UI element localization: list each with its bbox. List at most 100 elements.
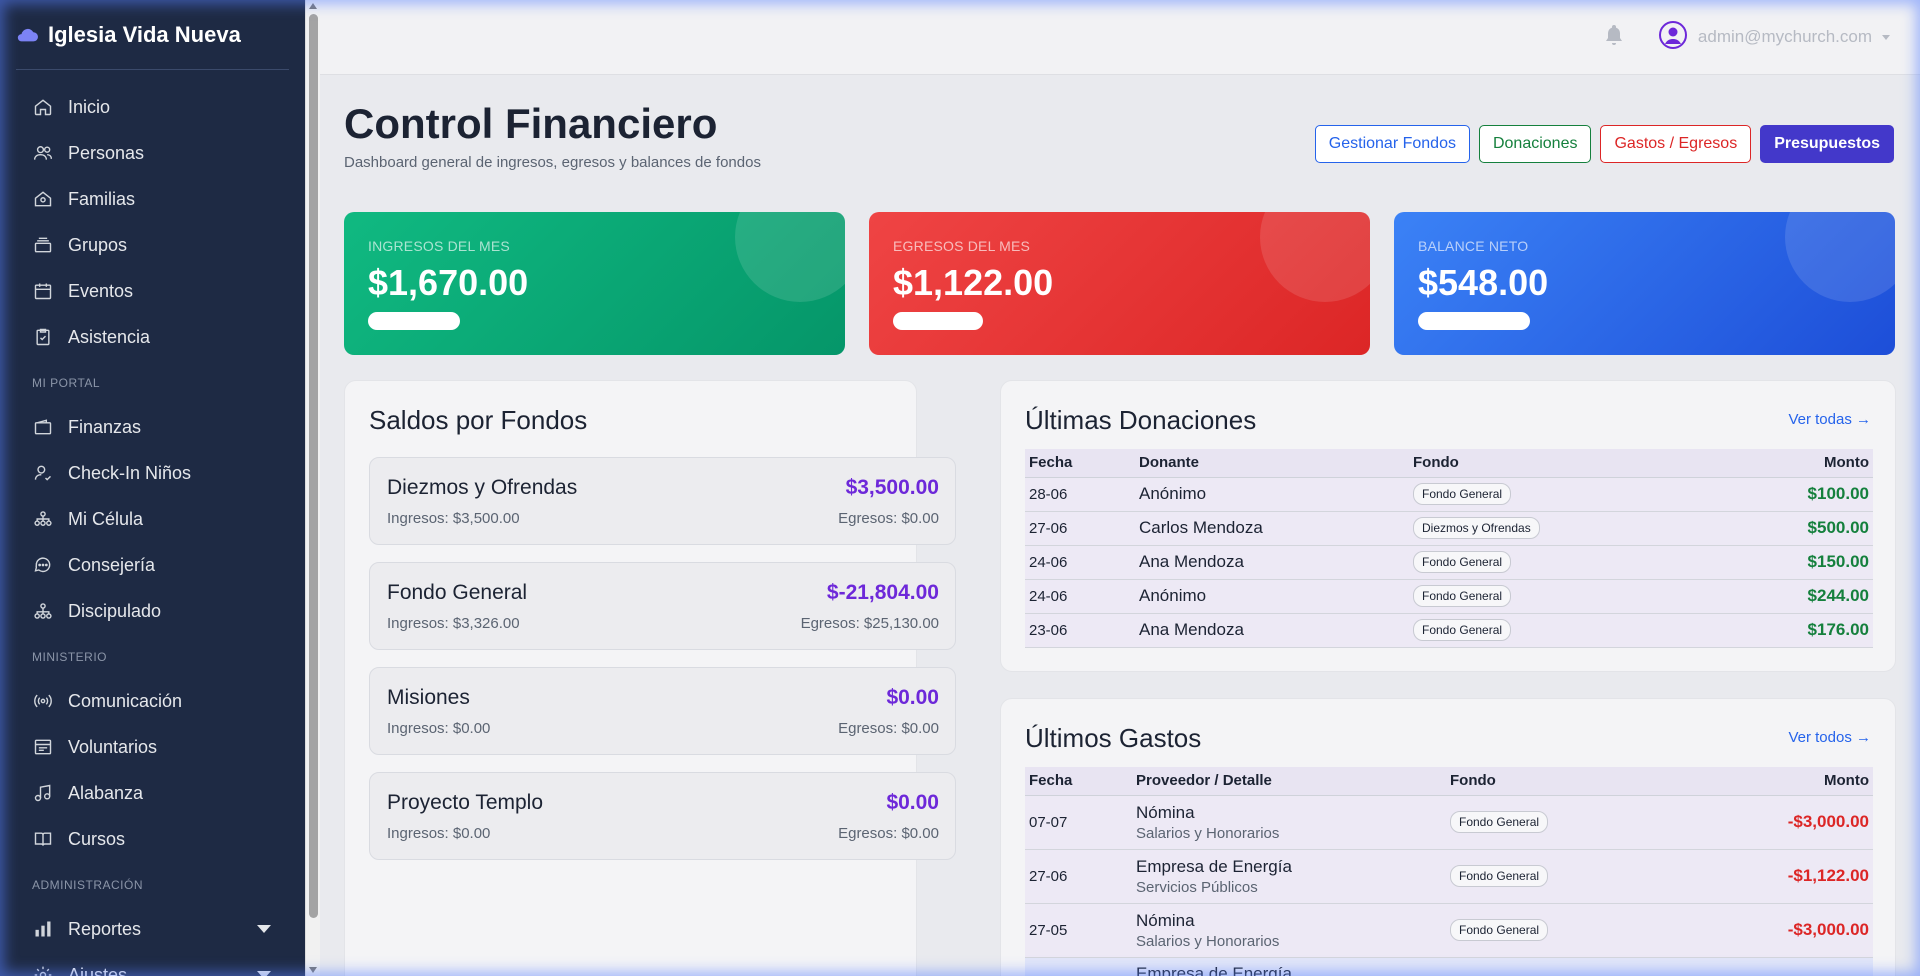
view-all-donations-link[interactable]: Ver todas →	[1788, 411, 1871, 428]
sidebar-item-label: Reportes	[68, 918, 142, 939]
users-icon	[32, 142, 54, 164]
main-content: admin@mychurch.com Control Financiero Da…	[320, 0, 1920, 976]
funds-card: Saldos por Fondos Diezmos y Ofrendas $3,…	[344, 380, 956, 976]
table-row[interactable]: 23-06 Ana Mendoza Fondo General $176.00	[1025, 613, 1873, 648]
fund-item[interactable]: Proyecto Templo $0.00 Ingresos: $0.00 Eg…	[369, 772, 956, 860]
row-amount: $100.00	[1715, 477, 1873, 512]
provider-name: Nómina	[1136, 802, 1195, 822]
stat-label: BALANCE NETO	[1418, 238, 1529, 254]
scroll-down-icon[interactable]	[309, 967, 317, 973]
stat-card-income: INGRESOS DEL MES $1,670.00	[344, 212, 845, 355]
col-header: Monto	[1677, 767, 1873, 796]
provider-name: Empresa de Energía	[1136, 963, 1292, 976]
row-date	[1025, 957, 1132, 976]
music-icon	[32, 782, 54, 804]
sidebar-item-voluntarios[interactable]: Voluntarios	[0, 724, 305, 770]
page-subtitle: Dashboard general de ingresos, egresos y…	[344, 154, 761, 171]
fund-name: Proyecto Templo	[387, 791, 544, 814]
home-icon	[32, 96, 54, 118]
fund-item[interactable]: Misiones $0.00 Ingresos: $0.00 Egresos: …	[369, 667, 956, 755]
sidebar-item-label: Consejería	[68, 554, 156, 575]
decor-circle	[1260, 212, 1370, 302]
sidebar-item-mi-celula[interactable]: Mi Célula	[0, 496, 305, 542]
row-date: 23-06	[1025, 613, 1135, 648]
stat-label: INGRESOS DEL MES	[368, 238, 510, 254]
row-date: 28-06	[1025, 477, 1135, 512]
sidebar-item-consejeria[interactable]: Consejería	[0, 542, 305, 588]
row-date: 07-07	[1025, 795, 1132, 850]
table-row[interactable]: Empresa de Energía	[1025, 957, 1873, 976]
sidebar-scrollbar[interactable]	[305, 0, 320, 976]
stat-cards: INGRESOS DEL MES $1,670.00 EGRESOS DEL M…	[344, 212, 1895, 355]
sidebar-item-reportes[interactable]: Reportes	[0, 906, 305, 952]
stat-card-expenses: EGRESOS DEL MES $1,122.00	[869, 212, 1370, 355]
stat-label: EGRESOS DEL MES	[893, 238, 1031, 254]
sidebar-item-cursos[interactable]: Cursos	[0, 816, 305, 862]
sidebar-item-label: Personas	[68, 142, 145, 163]
sidebar-item-asistencia[interactable]: Asistencia	[0, 314, 305, 360]
sidebar-nav: Inicio Personas Familias Grupos Eventos …	[0, 70, 305, 976]
row-fund	[1446, 957, 1678, 976]
stat-pill	[1418, 312, 1530, 330]
sidebar-item-familias[interactable]: Familias	[0, 176, 305, 222]
sidebar-item-discipulado[interactable]: Discipulado	[0, 588, 305, 634]
sidebar-item-finanzas[interactable]: Finanzas	[0, 404, 305, 450]
fund-badge: Fondo General	[1450, 919, 1549, 941]
scroll-up-icon[interactable]	[309, 3, 317, 9]
cloud-logo-icon	[17, 28, 38, 41]
provider-name: Empresa de Energía	[1136, 856, 1292, 876]
row-fund: Fondo General	[1409, 613, 1716, 648]
view-all-expenses-link[interactable]: Ver todos →	[1788, 729, 1871, 746]
table-row[interactable]: 27-06 Empresa de Energía Servicios Públic…	[1025, 849, 1873, 904]
sidebar-item-label: Comunicación	[68, 690, 183, 711]
chat-icon	[32, 554, 54, 576]
budgets-button[interactable]: Presupuestos	[1760, 125, 1894, 163]
sidebar-item-inicio[interactable]: Inicio	[0, 84, 305, 130]
sidebar-item-label: Mi Célula	[68, 508, 144, 529]
table-row[interactable]: 24-06 Ana Mendoza Fondo General $150.00	[1025, 545, 1873, 580]
row-date: 27-05	[1025, 903, 1132, 958]
fund-item[interactable]: Diezmos y Ofrendas $3,500.00 Ingresos: $…	[369, 457, 956, 545]
fund-badge: Fondo General	[1413, 585, 1512, 607]
provider-detail: Salarios y Honorarios	[1136, 932, 1280, 950]
fund-badge: Fondo General	[1450, 811, 1549, 833]
sidebar-item-eventos[interactable]: Eventos	[0, 268, 305, 314]
sidebar-item-comunicacion[interactable]: Comunicación	[0, 678, 305, 724]
row-donor: Carlos Mendoza	[1135, 511, 1409, 546]
row-amount: -$3,000.00	[1677, 903, 1873, 958]
user-menu[interactable]: admin@mychurch.com	[1658, 20, 1890, 55]
table-row[interactable]: 28-06 Anónimo Fondo General $100.00	[1025, 477, 1873, 512]
sidebar-item-alabanza[interactable]: Alabanza	[0, 770, 305, 816]
donations-card: Últimas Donaciones Ver todas → Fecha Don…	[1000, 380, 1896, 672]
section-mi-portal: MI PORTAL	[32, 376, 101, 390]
gear-icon	[32, 964, 54, 976]
table-row[interactable]: 27-06 Carlos Mendoza Diezmos y Ofrendas …	[1025, 511, 1873, 546]
chevron-down-icon[interactable]	[257, 925, 271, 933]
bell-icon[interactable]	[1604, 24, 1624, 51]
chevron-down-icon[interactable]	[257, 971, 271, 976]
sidebar-item-label: Eventos	[68, 280, 134, 301]
scrollbar-thumb[interactable]	[309, 14, 318, 918]
col-header: Proveedor / Detalle	[1132, 767, 1446, 796]
manage-funds-button[interactable]: Gestionar Fondos	[1314, 125, 1470, 163]
expenses-card: Últimos Gastos Ver todos → Fecha Proveed…	[1000, 698, 1896, 976]
table-row[interactable]: 27-05 Nómina Salarios y Honorarios Fondo …	[1025, 903, 1873, 958]
sidebar-item-ajustes[interactable]: Ajustes	[0, 952, 305, 976]
sidebar-item-check-in[interactable]: Check-In Niños	[0, 450, 305, 496]
row-provider: Nómina Salarios y Honorarios	[1132, 795, 1446, 850]
expenses-button[interactable]: Gastos / Egresos	[1600, 125, 1752, 163]
provider-detail: Servicios Públicos	[1136, 878, 1258, 896]
donations-button[interactable]: Donaciones	[1478, 125, 1592, 163]
brand[interactable]: Iglesia Vida Nueva	[16, 0, 289, 70]
sidebar-item-grupos[interactable]: Grupos	[0, 222, 305, 268]
table-row[interactable]: 24-06 Anónimo Fondo General $244.00	[1025, 579, 1873, 614]
fund-item[interactable]: Fondo General $-21,804.00 Ingresos: $3,3…	[369, 562, 956, 650]
col-header: Donante	[1135, 449, 1409, 478]
decor-circle	[735, 212, 845, 302]
col-header: Fondo	[1409, 449, 1716, 478]
sidebar-item-personas[interactable]: Personas	[0, 130, 305, 176]
fund-expense: Egresos: $0.00	[838, 825, 939, 842]
hierarchy-icon	[32, 600, 54, 622]
clipboard-check-icon	[32, 326, 54, 348]
table-row[interactable]: 07-07 Nómina Salarios y Honorarios Fondo …	[1025, 795, 1873, 850]
